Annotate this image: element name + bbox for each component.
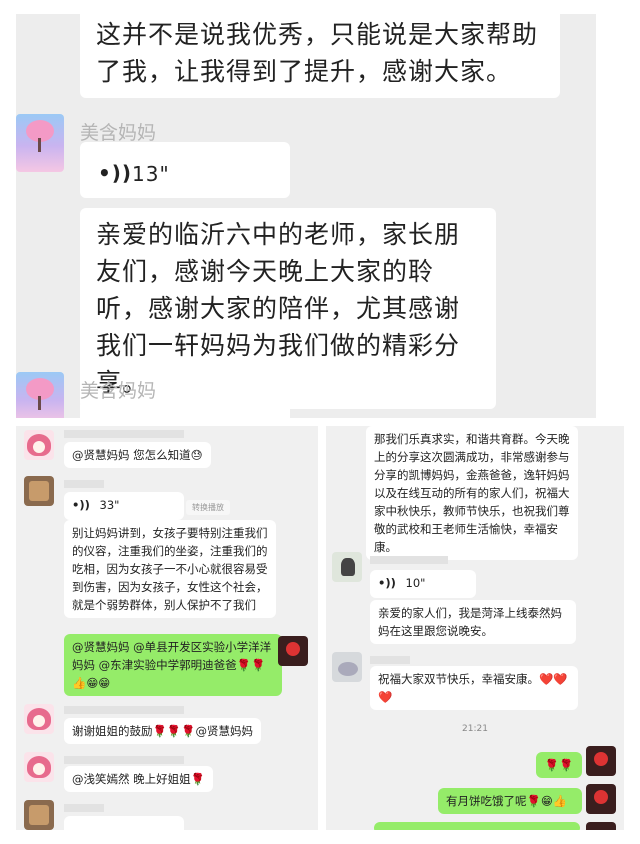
voice-duration: 10"	[405, 576, 426, 590]
sender-name	[64, 706, 184, 714]
avatar[interactable]	[24, 752, 54, 782]
sender-name: 美含妈妈	[80, 380, 157, 402]
message-text: 这并不是说我优秀，只能说是大家帮助了我，让我得到了提升，感谢大家。	[96, 20, 539, 86]
message-bubble-self[interactable]: @贤慧妈妈 @单县开发区实验小学洋洋妈妈 @东津实验中学郭明迪爸爸🌹🌹👍😁😁	[64, 634, 282, 696]
avatar[interactable]	[16, 114, 64, 172]
voice-duration: 13"	[132, 162, 170, 186]
voice-message[interactable]: •)) 10"	[370, 570, 476, 598]
voice-icon: •))	[378, 576, 396, 590]
avatar-self[interactable]	[586, 784, 616, 814]
message-text: @浅笑嫣然 晚上好姐姐🌹	[72, 772, 205, 786]
message-text: @贤慧妈妈 您怎么知道😓	[72, 448, 203, 462]
message-bubble[interactable]	[80, 400, 290, 418]
message-bubble-self[interactable]: 🌹🌹	[536, 752, 582, 778]
message-text: 谢谢姐姐的鼓励🌹🌹🌹@贤慧妈妈	[72, 724, 253, 738]
avatar[interactable]	[24, 704, 54, 734]
message-text: @贤慧妈妈 @单县开发区实验小学洋洋妈妈 @东津实验中学郭明迪爸爸🌹🌹👍😁😁	[72, 640, 272, 690]
message-bubble[interactable]: 这并不是说我优秀，只能说是大家帮助了我，让我得到了提升，感谢大家。	[80, 14, 560, 98]
message-bubble[interactable]: 别让妈妈讲到，女孩子要特别注重我们的仪容，注重我们的坐姿，注重我们的吃相，因为女…	[64, 520, 276, 618]
message-text: 🌹🌹	[544, 758, 574, 772]
message-bubble-self[interactable]	[374, 822, 580, 830]
sender-name	[64, 804, 104, 812]
message-text: 别让妈妈讲到，女孩子要特别注重我们的仪容，注重我们的坐姿，注重我们的吃相，因为女…	[72, 526, 268, 612]
voice-convert-button[interactable]: 转换播放	[186, 500, 230, 515]
message-bubble[interactable]: 那我们乐真求实，和谐共育群。今天晚上的分享这次圆满成功，非常感谢参与分享的凯博妈…	[366, 426, 578, 560]
message-bubble[interactable]: 谢谢姐姐的鼓励🌹🌹🌹@贤慧妈妈	[64, 718, 261, 744]
voice-icon: •))	[72, 498, 90, 512]
message-bubble[interactable]: 祝福大家双节快乐，幸福安康。❤️❤️❤️	[370, 666, 578, 710]
message-bubble-self[interactable]: 有月饼吃饿了呢🌹😁👍	[438, 788, 582, 814]
avatar[interactable]	[332, 552, 362, 582]
chat-panel-top: 这并不是说我优秀，只能说是大家帮助了我，让我得到了提升，感谢大家。 美含妈妈 •…	[16, 14, 596, 418]
avatar-self[interactable]	[278, 636, 308, 666]
message-text: 那我们乐真求实，和谐共育群。今天晚上的分享这次圆满成功，非常感谢参与分享的凯博妈…	[374, 432, 570, 554]
avatar-self[interactable]	[586, 746, 616, 776]
message-bubble[interactable]: @贤慧妈妈 您怎么知道😓	[64, 442, 211, 468]
message-text: 有月饼吃饿了呢🌹😁👍	[446, 794, 568, 808]
message-bubble[interactable]: @浅笑嫣然 晚上好姐姐🌹	[64, 766, 213, 792]
sender-name	[64, 430, 184, 438]
sender-name	[64, 480, 104, 488]
sender-name	[370, 656, 410, 664]
avatar[interactable]	[332, 652, 362, 682]
voice-duration: 33"	[99, 498, 120, 512]
chat-panel-bottom-right: 那我们乐真求实，和谐共育群。今天晚上的分享这次圆满成功，非常感谢参与分享的凯博妈…	[326, 426, 624, 830]
avatar[interactable]	[24, 430, 54, 460]
voice-message[interactable]: •)) 33"	[64, 492, 184, 520]
sender-name: 美含妈妈	[80, 122, 157, 144]
message-text: 祝福大家双节快乐，幸福安康。❤️❤️❤️	[378, 672, 568, 704]
avatar[interactable]	[24, 800, 54, 830]
message-text: 亲爱的临沂六中的老师，家长朋友们，感谢今天晚上大家的聆听，感谢大家的陪伴，尤其感…	[96, 220, 461, 397]
avatar[interactable]	[24, 476, 54, 506]
voice-message[interactable]: •)) 13"	[80, 142, 290, 198]
avatar-self[interactable]	[586, 822, 616, 830]
message-bubble[interactable]: 亲爱的家人们，我是菏泽上线泰然妈妈在这里跟您说晚安。	[370, 600, 576, 644]
timestamp: 21:21	[462, 724, 488, 734]
message-text: 亲爱的家人们，我是菏泽上线泰然妈妈在这里跟您说晚安。	[378, 606, 562, 638]
sender-name	[64, 756, 184, 764]
voice-message[interactable]	[64, 816, 184, 830]
avatar[interactable]	[16, 372, 64, 418]
sender-name	[370, 556, 448, 564]
voice-icon: •))	[98, 161, 133, 185]
chat-panel-bottom-left: @贤慧妈妈 您怎么知道😓 •)) 33" 转换播放 别让妈妈讲到，女孩子要特别注…	[16, 426, 318, 830]
